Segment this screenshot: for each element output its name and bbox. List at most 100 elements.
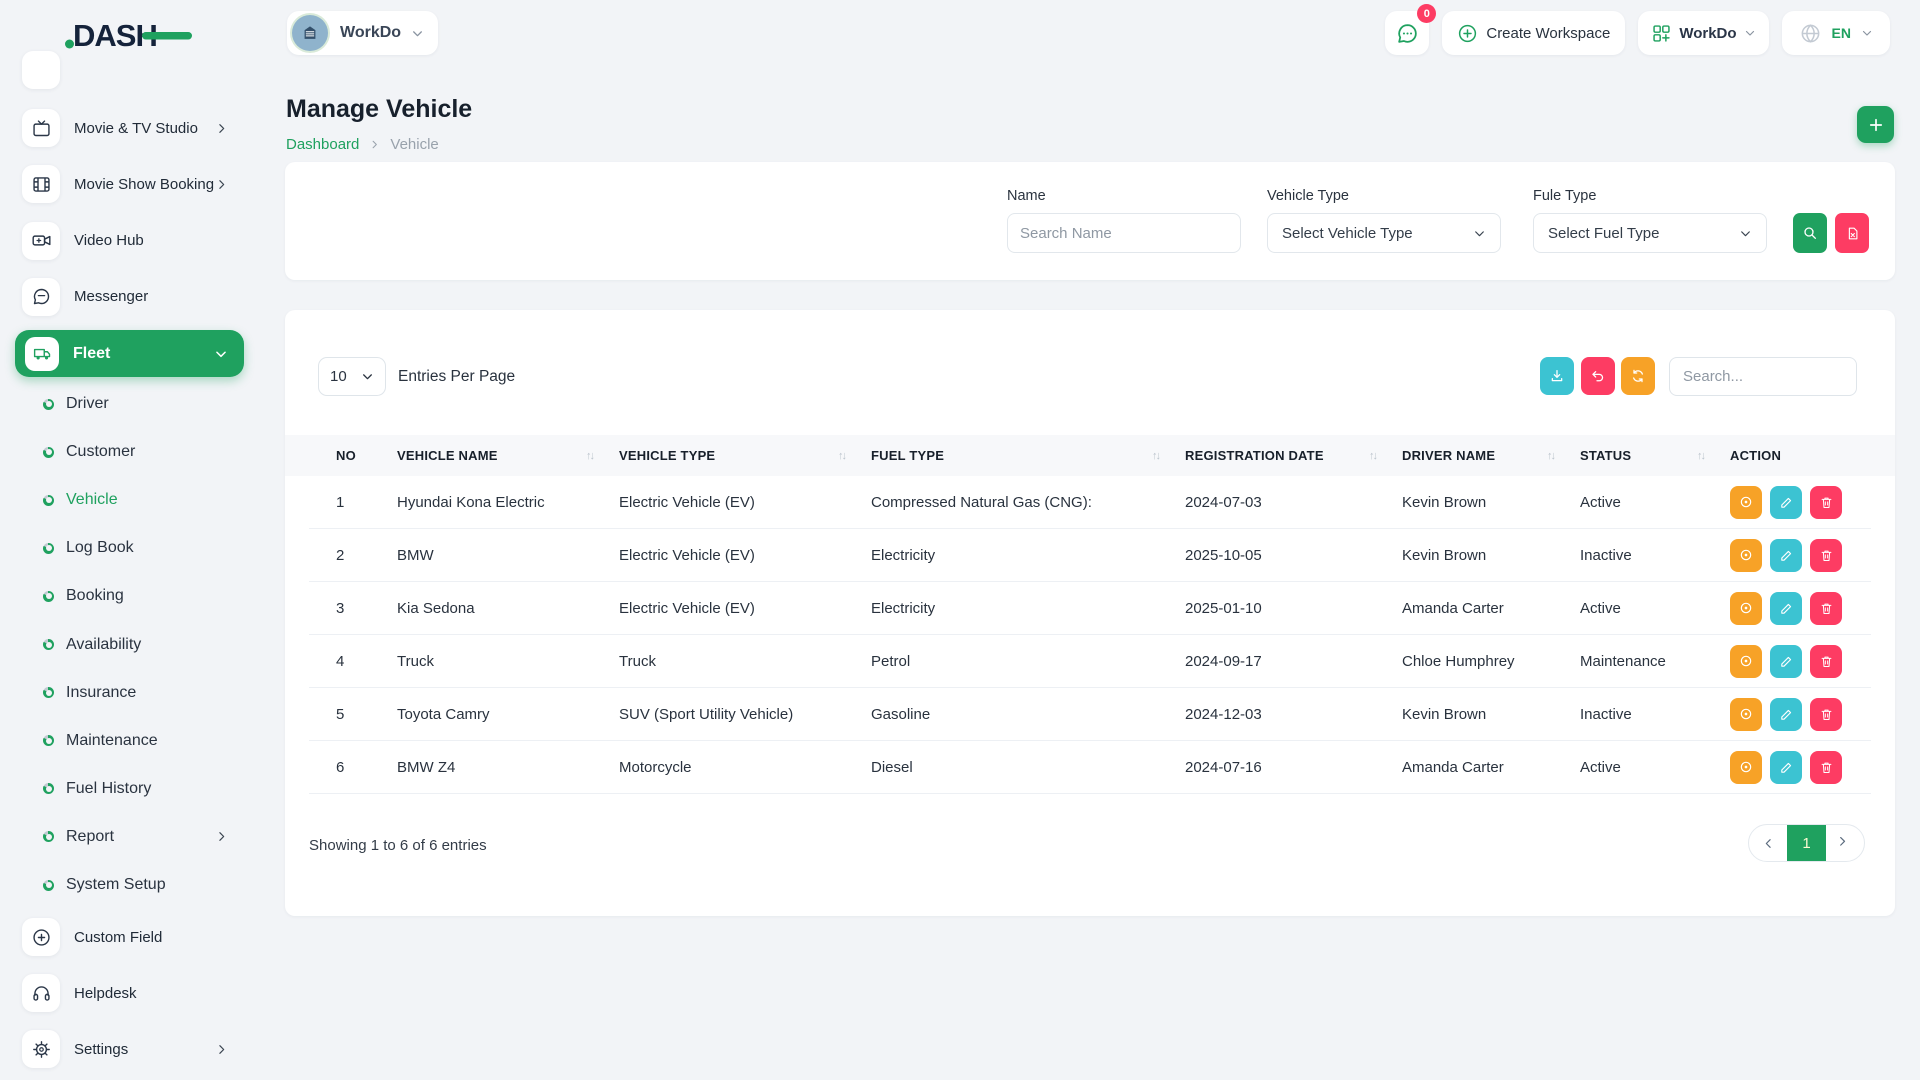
sort-icon[interactable]: ↑↓ [586, 450, 593, 462]
sidebar-item-messenger[interactable]: Messenger [0, 269, 260, 325]
view-button[interactable] [1730, 539, 1762, 572]
sidebar-item-movie-and-tv-studio[interactable]: Movie & TV Studio [0, 100, 260, 156]
column-header-vehicle-type[interactable]: VEHICLE TYPE↑↓ [619, 448, 871, 463]
pagination-prev[interactable] [1749, 825, 1787, 861]
edit-button[interactable] [1770, 539, 1802, 572]
sidebar-item-label: Fleet [73, 345, 110, 363]
name-filter-input[interactable] [1007, 213, 1241, 253]
delete-button[interactable] [1810, 486, 1842, 519]
cell-vehicle-type: Electric Vehicle (EV) [619, 494, 871, 511]
progress-dot-icon [43, 831, 54, 842]
cell-no: 5 [309, 706, 397, 723]
delete-button[interactable] [1810, 698, 1842, 731]
cell-driver-name: Amanda Carter [1402, 600, 1580, 617]
view-button[interactable] [1730, 751, 1762, 784]
cell-registration-date: 2024-07-03 [1185, 494, 1402, 511]
add-vehicle-button[interactable] [1857, 106, 1894, 143]
sidebar-item-fuel-history[interactable]: Fuel History [0, 765, 260, 813]
sidebar-item-label: Booking [66, 587, 124, 605]
cell-vehicle-type: SUV (Sport Utility Vehicle) [619, 706, 871, 723]
delete-button[interactable] [1810, 751, 1842, 784]
sidebar-item-helpdesk[interactable]: Helpdesk [0, 965, 260, 1021]
sidebar-item-video-hub[interactable]: Video Hub [0, 213, 260, 269]
sidebar-item-label: Helpdesk [74, 985, 137, 1002]
chevron-right-icon [369, 139, 380, 150]
create-workspace-button[interactable]: Create Workspace [1442, 11, 1625, 55]
workspace-menu[interactable]: WorkDo [1638, 11, 1768, 55]
table-search-input[interactable] [1669, 357, 1857, 396]
cell-vehicle-name: BMW Z4 [397, 759, 619, 776]
cell-driver-name: Kevin Brown [1402, 706, 1580, 723]
cell-driver-name: Amanda Carter [1402, 759, 1580, 776]
sidebar-item-label: Insurance [66, 684, 136, 702]
workspace-switcher[interactable]: WorkDo [287, 11, 438, 55]
edit-button[interactable] [1770, 592, 1802, 625]
column-header-status[interactable]: STATUS↑↓ [1580, 448, 1730, 463]
sidebar-item-custom-field[interactable]: Custom Field [0, 909, 260, 965]
table-header: NO VEHICLE NAME↑↓VEHICLE TYPE↑↓FUEL TYPE↑… [285, 435, 1895, 476]
sidebar-item-vehicle[interactable]: Vehicle [0, 476, 260, 524]
sidebar-item-availability[interactable]: Availability [0, 621, 260, 669]
language-menu[interactable]: EN [1782, 11, 1890, 55]
view-button[interactable] [1730, 486, 1762, 519]
filter-search-button[interactable] [1793, 213, 1827, 253]
sidebar-item-fleet[interactable]: Fleet [15, 330, 244, 377]
fuel-type-select[interactable]: Select Fuel Type [1533, 213, 1767, 253]
undo-button[interactable] [1581, 357, 1615, 395]
view-button[interactable] [1730, 645, 1762, 678]
sidebar-item-label: Movie Show Booking [74, 176, 214, 193]
cell-fuel-type: Electricity [871, 547, 1185, 564]
column-label: NO [336, 448, 356, 463]
sort-icon[interactable]: ↑↓ [1697, 450, 1704, 462]
entries-per-page-select[interactable]: 10 [318, 357, 386, 396]
vehicle-type-select[interactable]: Select Vehicle Type [1267, 213, 1501, 253]
sidebar-item-settings[interactable]: Settings [0, 1021, 260, 1077]
messages-button[interactable]: 0 [1385, 11, 1429, 55]
pagination-next[interactable] [1826, 825, 1864, 861]
sidebar-item-driver[interactable]: Driver [0, 380, 260, 428]
edit-button[interactable] [1770, 751, 1802, 784]
column-header-registration-date[interactable]: REGISTRATION DATE↑↓ [1185, 448, 1402, 463]
delete-button[interactable] [1810, 592, 1842, 625]
sidebar-item-insurance[interactable]: Insurance [0, 669, 260, 717]
sidebar-item-customer[interactable]: Customer [0, 428, 260, 476]
edit-button[interactable] [1770, 486, 1802, 519]
sort-icon[interactable]: ↑↓ [1547, 450, 1554, 462]
column-header-fuel-type[interactable]: FUEL TYPE↑↓ [871, 448, 1185, 463]
cell-status: Inactive [1580, 706, 1730, 723]
eye-icon [1738, 759, 1754, 775]
table-row: 1Hyundai Kona ElectricElectric Vehicle (… [309, 476, 1871, 529]
sort-icon[interactable]: ↑↓ [1369, 450, 1376, 462]
pagination-page-1[interactable]: 1 [1787, 825, 1825, 861]
sidebar-item-report[interactable]: Report [0, 813, 260, 861]
view-button[interactable] [1730, 698, 1762, 731]
sort-icon[interactable]: ↑↓ [838, 450, 845, 462]
delete-button[interactable] [1810, 539, 1842, 572]
edit-button[interactable] [1770, 698, 1802, 731]
delete-button[interactable] [1810, 645, 1842, 678]
chat-bubble-icon [1395, 21, 1420, 46]
sidebar-item-log-book[interactable]: Log Book [0, 524, 260, 572]
trash-icon [1819, 654, 1834, 669]
trash-icon [1819, 601, 1834, 616]
column-header-vehicle-name[interactable]: VEHICLE NAME↑↓ [397, 448, 619, 463]
edit-button[interactable] [1770, 645, 1802, 678]
cell-actions [1730, 486, 1871, 519]
circle-plus-icon [1457, 23, 1478, 44]
sidebar-item-partial[interactable] [22, 51, 60, 89]
export-button[interactable] [1540, 357, 1574, 395]
refresh-button[interactable] [1621, 357, 1655, 395]
pencil-icon [1779, 707, 1794, 722]
sidebar-item-system-setup[interactable]: System Setup [0, 861, 260, 909]
sort-icon[interactable]: ↑↓ [1152, 450, 1159, 462]
filter-reset-button[interactable] [1835, 213, 1869, 253]
sidebar-item-booking[interactable]: Booking [0, 572, 260, 620]
cell-driver-name: Kevin Brown [1402, 494, 1580, 511]
sidebar-item-movie-show-booking[interactable]: Movie Show Booking [0, 156, 260, 212]
view-button[interactable] [1730, 592, 1762, 625]
column-header-driver-name[interactable]: DRIVER NAME↑↓ [1402, 448, 1580, 463]
sidebar-item-label: Availability [66, 636, 141, 654]
breadcrumb-dashboard[interactable]: Dashboard [286, 136, 359, 153]
sidebar-item-maintenance[interactable]: Maintenance [0, 717, 260, 765]
cell-status: Inactive [1580, 547, 1730, 564]
